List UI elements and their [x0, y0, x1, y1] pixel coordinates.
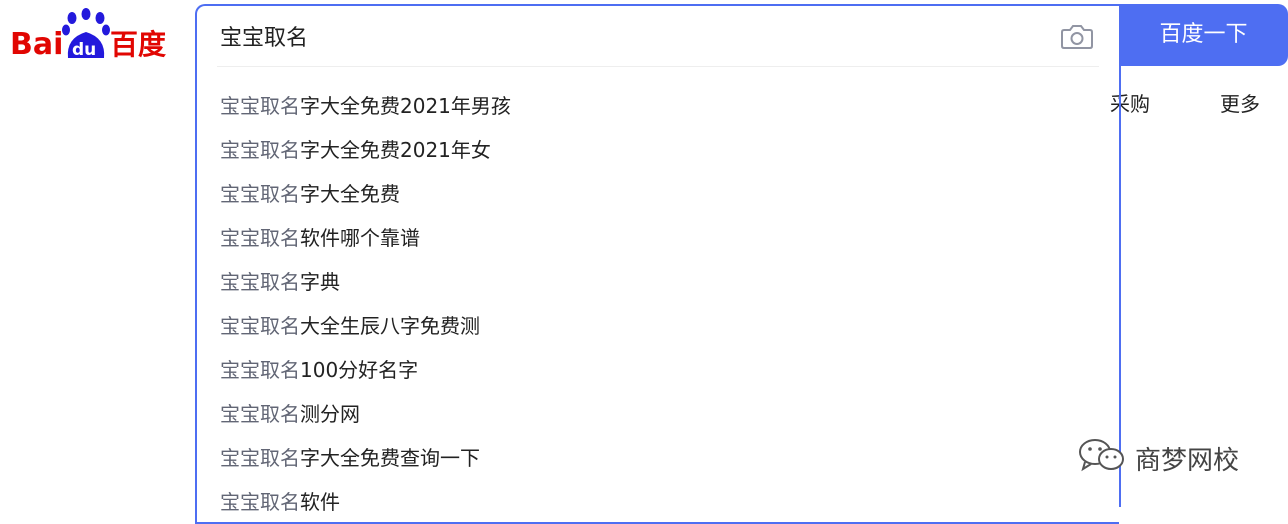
logo-text-cn: 百度 — [110, 28, 166, 61]
suggestion-item[interactable]: 宝宝取名字大全免费2021年女 — [197, 128, 1119, 172]
suggestion-rest: 字大全免费查询一下 — [300, 446, 480, 470]
suggestion-item[interactable]: 宝宝取名字典 — [197, 260, 1119, 304]
nav-link-caigou[interactable]: 采购 — [1110, 88, 1150, 117]
nav-link-more[interactable]: 更多 — [1220, 88, 1260, 117]
suggestion-item[interactable]: 宝宝取名软件哪个靠谱 — [197, 216, 1119, 260]
camera-icon[interactable] — [1061, 22, 1093, 50]
suggestion-item[interactable]: 宝宝取名测分网 — [197, 392, 1119, 436]
suggestion-item[interactable]: 宝宝取名软件 — [197, 480, 1119, 522]
suggestion-prefix: 宝宝取名 — [220, 358, 300, 382]
suggestion-item[interactable]: 宝宝取名字大全免费查询一下 — [197, 436, 1119, 480]
suggestion-prefix: 宝宝取名 — [220, 94, 300, 118]
suggestion-prefix: 宝宝取名 — [220, 446, 300, 470]
suggestion-rest: 软件哪个靠谱 — [300, 226, 420, 250]
suggestion-rest: 软件 — [300, 490, 340, 514]
suggestion-item[interactable]: 宝宝取名字大全免费2021年男孩 — [197, 84, 1119, 128]
suggestion-rest: 字大全免费2021年男孩 — [300, 94, 511, 118]
watermark: 商梦网校 — [1077, 438, 1239, 478]
suggestion-prefix: 宝宝取名 — [220, 314, 300, 338]
suggestion-rest: 字大全免费 — [300, 182, 400, 206]
suggestion-prefix: 宝宝取名 — [220, 402, 300, 426]
baidu-logo-graphic: Bai du 百度 — [10, 8, 166, 62]
suggestion-prefix: 宝宝取名 — [220, 490, 300, 514]
logo-text-du: du — [72, 40, 96, 60]
search-box: 宝宝取名字大全免费2021年男孩 宝宝取名字大全免费2021年女 宝宝取名字大全… — [195, 4, 1119, 524]
suggestion-item[interactable]: 宝宝取名字大全免费 — [197, 172, 1119, 216]
logo-text-bai: Bai — [10, 27, 63, 62]
suggestion-item[interactable]: 宝宝取名大全生辰八字免费测 — [197, 304, 1119, 348]
input-divider — [217, 66, 1099, 67]
search-button[interactable]: 百度一下 — [1119, 4, 1288, 66]
wechat-icon — [1077, 437, 1129, 480]
baidu-logo[interactable]: Bai du 百度 — [10, 8, 175, 64]
watermark-text: 商梦网校 — [1135, 445, 1240, 476]
suggestion-rest: 字大全免费2021年女 — [300, 138, 491, 162]
suggestion-prefix: 宝宝取名 — [220, 270, 300, 294]
suggestion-rest: 测分网 — [300, 402, 360, 426]
suggestion-rest: 字典 — [300, 270, 340, 294]
suggestion-list: 宝宝取名字大全免费2021年男孩 宝宝取名字大全免费2021年女 宝宝取名字大全… — [197, 84, 1119, 522]
suggestion-prefix: 宝宝取名 — [220, 138, 300, 162]
suggestion-item[interactable]: 宝宝取名100分好名字 — [197, 348, 1119, 392]
suggestion-prefix: 宝宝取名 — [220, 226, 300, 250]
search-input[interactable] — [197, 6, 1057, 66]
suggestion-rest: 大全生辰八字免费测 — [300, 314, 480, 338]
suggestion-rest: 100分好名字 — [300, 358, 419, 382]
suggestion-prefix: 宝宝取名 — [220, 182, 300, 206]
